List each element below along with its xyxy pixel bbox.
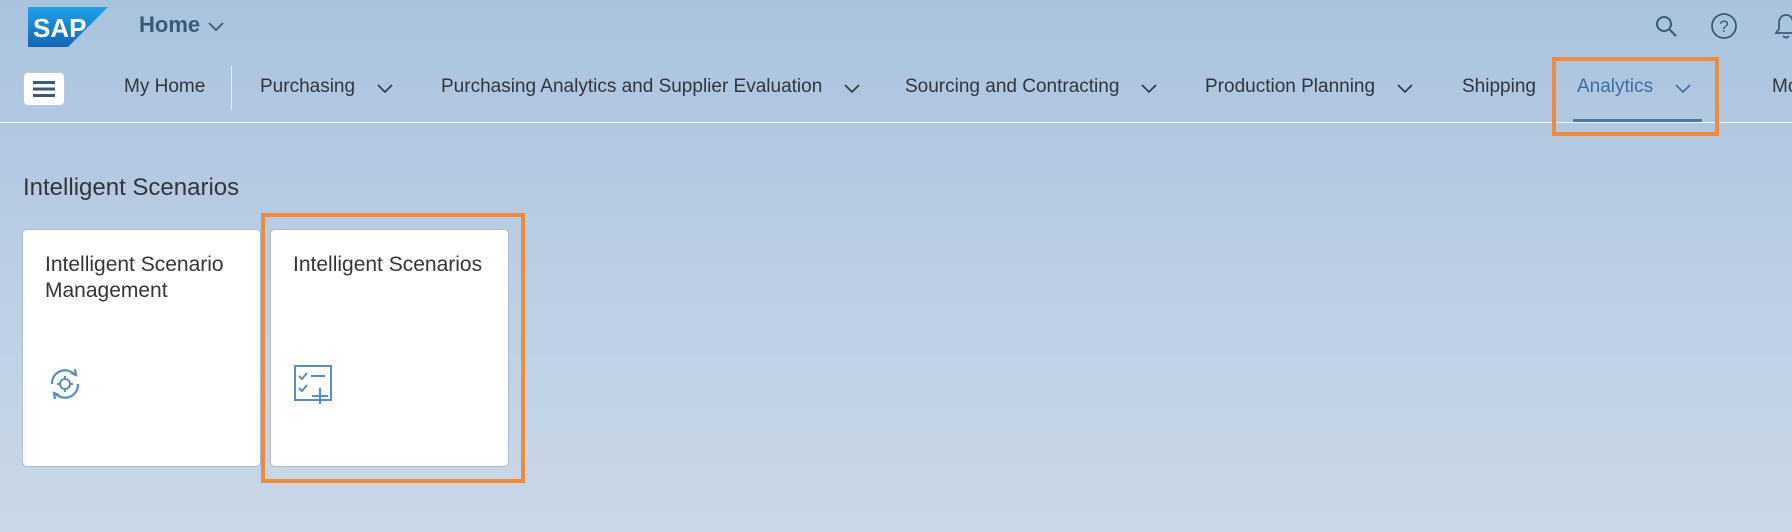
nav-item-purchasing-analytics[interactable]: Purchasing Analytics and Supplier Evalua… <box>441 58 860 116</box>
nav-item-label: Analytics <box>1577 76 1654 97</box>
hamburger-menu-icon[interactable] <box>23 72 65 106</box>
chevron-down-icon <box>1675 83 1691 93</box>
nav-item-label: Sourcing and Contracting <box>905 76 1120 97</box>
home-title-menu[interactable]: Home <box>139 12 224 38</box>
chevron-down-icon <box>377 83 393 93</box>
logo-text: SAP <box>33 13 86 43</box>
nav-item-purchasing[interactable]: Purchasing <box>260 58 393 116</box>
svg-text:?: ? <box>1719 17 1728 36</box>
sap-logo[interactable]: SAP <box>28 7 108 47</box>
tile-intelligent-scenario-management[interactable]: Intelligent Scenario Management <box>22 229 261 467</box>
help-icon[interactable]: ? <box>1708 10 1740 42</box>
nav-item-label: My Home <box>124 76 206 97</box>
nav-item-label: Production Planning <box>1205 76 1376 97</box>
search-icon[interactable] <box>1650 10 1682 42</box>
nav-item-more[interactable]: Mo <box>1772 58 1792 116</box>
chevron-down-icon <box>844 83 860 93</box>
checklist-add-icon <box>294 365 332 404</box>
nav-item-label: Purchasing <box>260 76 356 97</box>
active-tab-indicator <box>1573 119 1702 122</box>
tile-title: Intelligent Scenarios <box>293 253 483 276</box>
shell-title: Home <box>139 12 201 37</box>
nav-separator <box>231 66 232 110</box>
chevron-down-icon <box>208 22 224 32</box>
chevron-down-icon <box>1397 83 1413 93</box>
gear-sync-icon <box>50 368 80 400</box>
chevron-down-icon <box>1141 83 1157 93</box>
section-title: Intelligent Scenarios <box>23 174 240 201</box>
nav-item-label: Shipping <box>1462 76 1536 97</box>
nav-item-sourcing-contracting[interactable]: Sourcing and Contracting <box>905 58 1157 116</box>
nav-item-shipping[interactable]: Shipping <box>1462 58 1536 116</box>
nav-item-analytics[interactable]: Analytics <box>1577 58 1691 116</box>
top-navigation: My Home Purchasing Purchasing Analytics … <box>0 58 1792 123</box>
notification-bell-icon[interactable] <box>1770 10 1792 42</box>
tile-intelligent-scenarios[interactable]: Intelligent Scenarios <box>270 229 509 467</box>
tile-title: Intelligent Scenario Management <box>45 253 224 302</box>
nav-item-production-planning[interactable]: Production Planning <box>1205 58 1413 116</box>
nav-item-label: Purchasing Analytics and Supplier Evalua… <box>441 76 823 97</box>
shell-bar: SAP Home ? <box>0 0 1792 52</box>
nav-item-my-home[interactable]: My Home <box>124 58 205 116</box>
nav-item-label: Mo <box>1772 76 1792 97</box>
